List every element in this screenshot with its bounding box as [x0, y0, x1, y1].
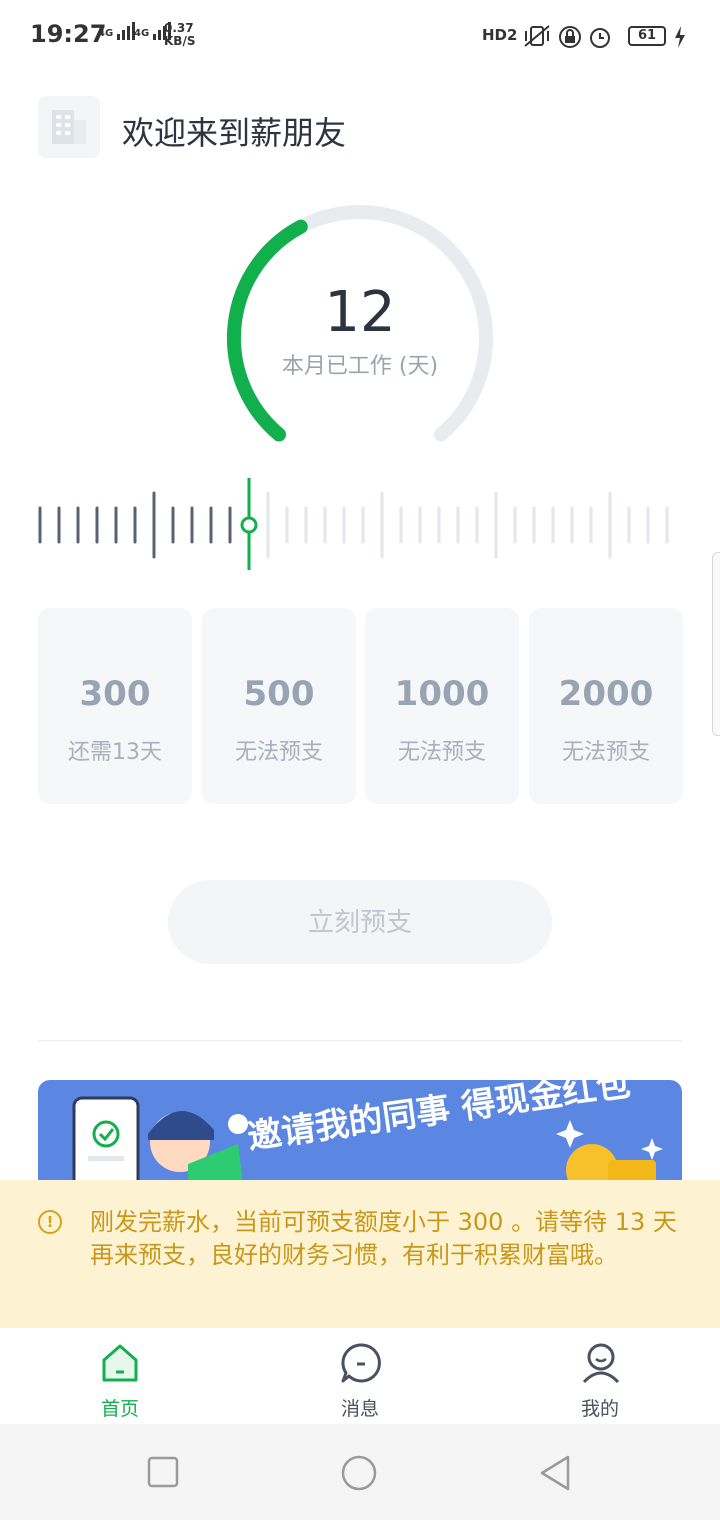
company-logo: [38, 96, 100, 158]
amount-value: 2000: [558, 674, 654, 714]
days-worked-value: 12: [324, 280, 396, 345]
amount-card-1000[interactable]: 1000 无法预支: [365, 608, 519, 804]
signal-icon-1: 4G: [98, 22, 137, 40]
profile-icon: [582, 1343, 620, 1384]
tab-messages[interactable]: 消息: [290, 1328, 430, 1424]
divider: [38, 1040, 682, 1041]
banner-illustration: [72, 1096, 248, 1180]
alarm-icon: [590, 28, 610, 48]
status-time: 19:27: [30, 20, 107, 48]
amount-card-2000[interactable]: 2000 无法预支: [529, 608, 683, 804]
advance-now-button[interactable]: 立刻预支: [168, 880, 552, 964]
status-bar: 19:27 4G 4G 0.37 KB/S HD2 61: [0, 0, 720, 72]
message-icon: [341, 1343, 381, 1383]
ruler-current-dot: [240, 516, 258, 534]
charging-icon: [675, 26, 685, 48]
net-speed: 0.37 KB/S: [164, 21, 196, 48]
home-nav-button[interactable]: [340, 1454, 378, 1492]
bottom-tab-bar: 首页 消息 我的: [0, 1328, 720, 1424]
tab-label: 首页: [100, 1398, 139, 1420]
amount-status: 还需13天: [68, 740, 162, 765]
amount-card-300[interactable]: 300 还需13天: [38, 608, 192, 804]
amount-value: 500: [243, 674, 315, 714]
hd-icon: HD2: [482, 26, 518, 44]
page-title: 欢迎来到薪朋友: [122, 114, 347, 152]
amount-card-500[interactable]: 500 无法预支: [202, 608, 356, 804]
workday-ruler: [38, 478, 669, 570]
battery-icon: 61: [628, 26, 666, 46]
coins-icon: [556, 1120, 663, 1180]
status-icons: HD2 61: [482, 24, 692, 52]
invite-banner[interactable]: 邀请我的同事 得现金红包: [38, 1080, 682, 1180]
vibrate-icon: [524, 25, 550, 47]
amount-status: 无法预支: [234, 740, 323, 765]
tab-home[interactable]: 首页: [50, 1328, 190, 1424]
tab-profile[interactable]: 我的: [530, 1328, 670, 1424]
system-nav-bar: [0, 1424, 720, 1520]
recent-apps-button[interactable]: [147, 1456, 179, 1488]
side-drawer-handle[interactable]: [712, 552, 720, 736]
amount-status: 无法预支: [561, 740, 650, 765]
building-icon: [52, 110, 86, 144]
notice-text: 刚发完薪水，当前可预支额度小于 300 。请等待 13 天再来预支，良好的财务习…: [90, 1208, 677, 1269]
tab-label: 消息: [340, 1398, 379, 1420]
alert-circle-icon: !: [38, 1210, 62, 1234]
lock-rotation-icon: [559, 26, 581, 48]
home-icon: [102, 1344, 138, 1382]
days-worked-label: 本月已工作 (天): [281, 354, 439, 379]
amount-value: 1000: [394, 674, 490, 714]
amount-status: 无法预支: [397, 740, 486, 765]
notice-bar: ! 刚发完薪水，当前可预支额度小于 300 。请等待 13 天再来预支，良好的财…: [0, 1180, 720, 1328]
amount-value: 300: [79, 674, 151, 714]
back-nav-button[interactable]: [538, 1454, 574, 1492]
tab-label: 我的: [580, 1398, 619, 1420]
